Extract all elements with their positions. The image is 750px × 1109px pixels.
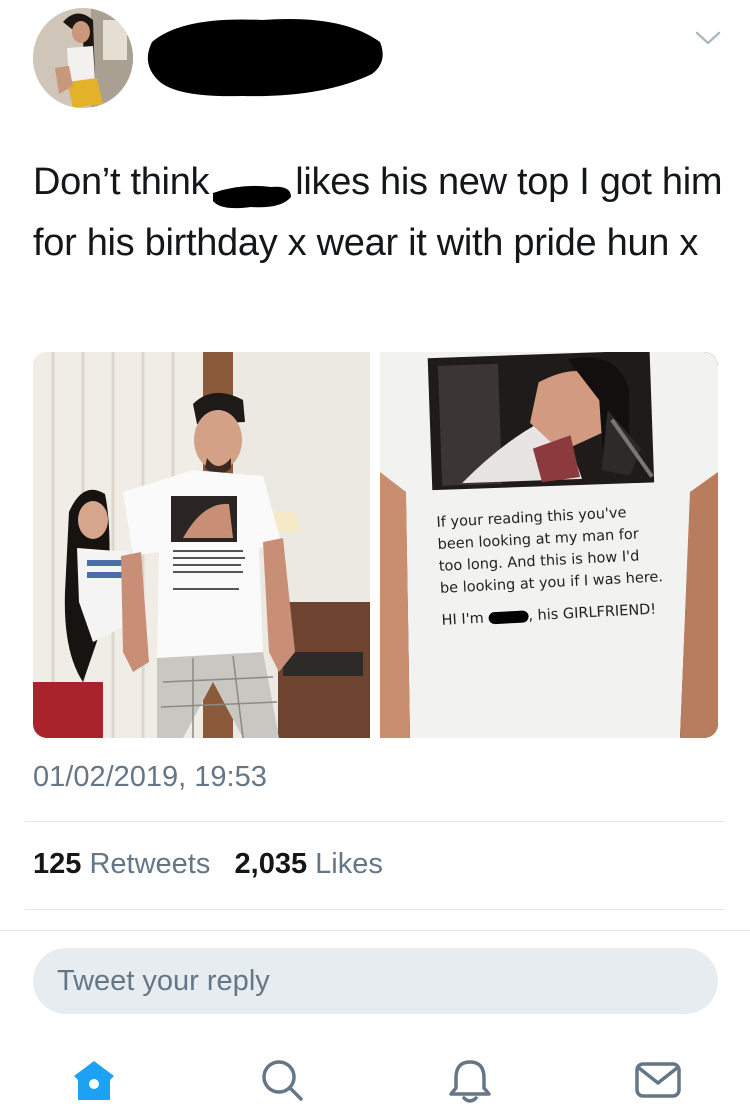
reply-box[interactable]	[33, 948, 718, 1014]
tweet-stats: 125 Retweets 2,035 Likes	[33, 848, 383, 881]
mail-icon[interactable]	[634, 1056, 682, 1104]
tweet-text: Don’t think likes his new top I got him f…	[33, 152, 723, 274]
likes-label: Likes	[315, 848, 383, 880]
redacted-username	[142, 12, 388, 100]
redacted-name	[211, 169, 293, 209]
tweet-text-part-1: Don’t think	[33, 161, 210, 203]
retweets-stat[interactable]: 125 Retweets	[33, 848, 210, 880]
likes-stat[interactable]: 2,035 Likes	[235, 848, 383, 880]
avatar[interactable]	[33, 8, 133, 108]
divider	[25, 821, 725, 822]
photo-shirt-closeup[interactable]: If your reading this you've been looking…	[380, 352, 718, 738]
bell-icon[interactable]	[446, 1056, 494, 1104]
divider	[0, 930, 750, 931]
likes-count: 2,035	[234, 848, 308, 880]
chevron-down-icon[interactable]	[694, 28, 722, 48]
divider	[25, 909, 725, 910]
tweet-timestamp: 01/02/2019, 19:53	[33, 761, 267, 793]
search-icon[interactable]	[258, 1056, 306, 1104]
reply-input[interactable]	[33, 948, 677, 1014]
retweets-label: Retweets	[89, 848, 211, 880]
redacted-shirt-name	[488, 610, 529, 625]
retweets-count: 125	[33, 848, 82, 880]
shirt-line-5a: HI I'm	[441, 610, 485, 629]
home-icon[interactable]	[70, 1056, 118, 1104]
shirt-line-5b: , his GIRLFRIEND!	[527, 601, 657, 625]
shirt-print-text: If your reading this you've been looking…	[436, 498, 712, 632]
photo-couple[interactable]	[33, 352, 370, 738]
tweet-media[interactable]: If your reading this you've been looking…	[33, 352, 718, 738]
